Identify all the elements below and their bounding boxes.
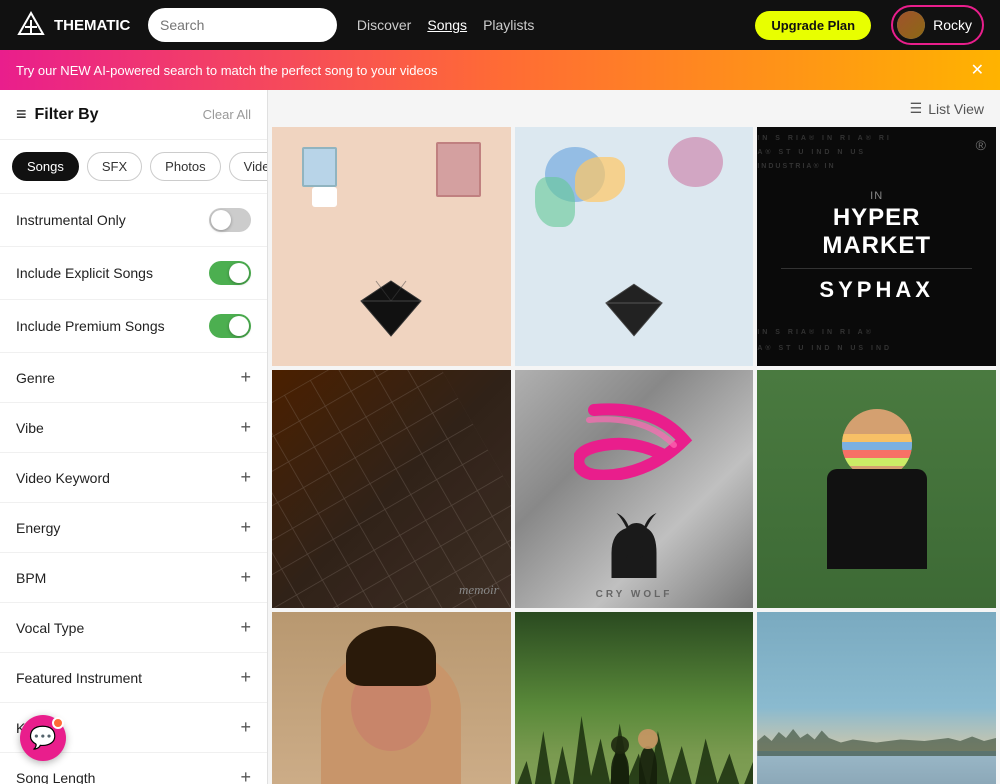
list-view-label: List View: [928, 101, 984, 117]
instrumental-only-row: Instrumental Only: [0, 193, 267, 246]
search-bar: Songs ▾ 🔍: [148, 8, 337, 42]
song-card-5[interactable]: CRY WOLF: [515, 370, 754, 609]
tab-photos[interactable]: Photos: [150, 152, 220, 181]
bpm-expand-icon: +: [240, 567, 251, 588]
vibe-expand-icon: +: [240, 417, 251, 438]
song-card-7[interactable]: [272, 612, 511, 784]
tab-sfx[interactable]: SFX: [87, 152, 142, 181]
energy-filter[interactable]: Energy +: [0, 502, 267, 552]
notification-button[interactable]: 💬: [20, 715, 66, 761]
tab-songs[interactable]: Songs: [12, 152, 79, 181]
tab-videos[interactable]: Videos: [229, 152, 268, 181]
nav-discover[interactable]: Discover: [357, 17, 411, 33]
premium-songs-label: Include Premium Songs: [16, 318, 165, 334]
featured-instrument-expand-icon: +: [240, 667, 251, 688]
song-card-9[interactable]: Hurts Like Bell: [757, 612, 996, 784]
song-card-2[interactable]: [515, 127, 754, 366]
song-card-1[interactable]: [272, 127, 511, 366]
vocal-type-expand-icon: +: [240, 617, 251, 638]
list-view-icon: ☰: [910, 100, 923, 117]
app-header: THEMATIC Songs ▾ 🔍 Discover Songs Playli…: [0, 0, 1000, 50]
username: Rocky: [933, 17, 972, 33]
premium-songs-toggle[interactable]: [209, 314, 251, 338]
genre-filter[interactable]: Genre +: [0, 352, 267, 402]
logo[interactable]: THEMATIC: [16, 10, 136, 40]
content-header: ☰ List View: [268, 90, 1000, 127]
energy-expand-icon: +: [240, 517, 251, 538]
song-card-3[interactable]: IN S RIA® IN RI A® RI A® ST U IND N US I…: [757, 127, 996, 366]
nav-songs[interactable]: Songs: [427, 17, 467, 33]
cry-wolf-label: CRY WOLF: [596, 589, 673, 600]
filter-sidebar: ≡ Filter By Clear All Songs SFX Photos V…: [0, 90, 268, 784]
nav-playlists[interactable]: Playlists: [483, 17, 534, 33]
chat-icon: 💬: [29, 725, 56, 751]
diamond-icon-2: [596, 279, 671, 341]
user-menu[interactable]: Rocky: [891, 5, 984, 45]
genre-expand-icon: +: [240, 367, 251, 388]
upgrade-button[interactable]: Upgrade Plan: [755, 11, 871, 40]
song-card-4[interactable]: memoir: [272, 370, 511, 609]
bpm-filter[interactable]: BPM +: [0, 552, 267, 602]
filter-title: ≡ Filter By: [16, 104, 99, 125]
featured-instrument-filter[interactable]: Featured Instrument +: [0, 652, 267, 702]
explicit-songs-label: Include Explicit Songs: [16, 265, 153, 281]
list-view-button[interactable]: ☰ List View: [910, 100, 984, 117]
filter-tabs: Songs SFX Photos Videos: [0, 140, 267, 193]
video-keyword-filter[interactable]: Video Keyword +: [0, 452, 267, 502]
logo-text: THEMATIC: [54, 17, 130, 34]
clear-all-button[interactable]: Clear All: [203, 107, 251, 122]
vocal-type-filter[interactable]: Vocal Type +: [0, 602, 267, 652]
cat-left-icon: [606, 508, 661, 578]
memoir-label: memoir: [459, 582, 499, 598]
vibe-filter[interactable]: Vibe +: [0, 402, 267, 452]
filter-icon: ≡: [16, 104, 27, 125]
notification-dot: [52, 717, 64, 729]
main-nav: Discover Songs Playlists: [357, 17, 535, 33]
song-length-expand-icon: +: [240, 767, 251, 784]
video-keyword-expand-icon: +: [240, 467, 251, 488]
song-grid-area: ☰ List View: [268, 90, 1000, 784]
premium-songs-row: Include Premium Songs: [0, 299, 267, 352]
filter-header: ≡ Filter By Clear All: [0, 90, 267, 140]
promo-banner: Try our NEW AI-powered search to match t…: [0, 50, 1000, 90]
key-expand-icon: +: [240, 717, 251, 738]
main-content: ≡ Filter By Clear All Songs SFX Photos V…: [0, 90, 1000, 784]
banner-text: Try our NEW AI-powered search to match t…: [16, 63, 437, 78]
song-grid: IN S RIA® IN RI A® RI A® ST U IND N US I…: [268, 127, 1000, 784]
instrumental-only-toggle[interactable]: [209, 208, 251, 232]
instrumental-only-label: Instrumental Only: [16, 212, 126, 228]
explicit-songs-row: Include Explicit Songs: [0, 246, 267, 299]
avatar: [897, 11, 925, 39]
song-card-6[interactable]: [757, 370, 996, 609]
cry-wolf-swoosh: [574, 400, 694, 480]
explicit-songs-toggle[interactable]: [209, 261, 251, 285]
banner-close-button[interactable]: ✕: [971, 60, 984, 80]
search-input[interactable]: [148, 8, 337, 42]
song-card-8[interactable]: [515, 612, 754, 784]
diamond-icon-1: [351, 276, 431, 341]
